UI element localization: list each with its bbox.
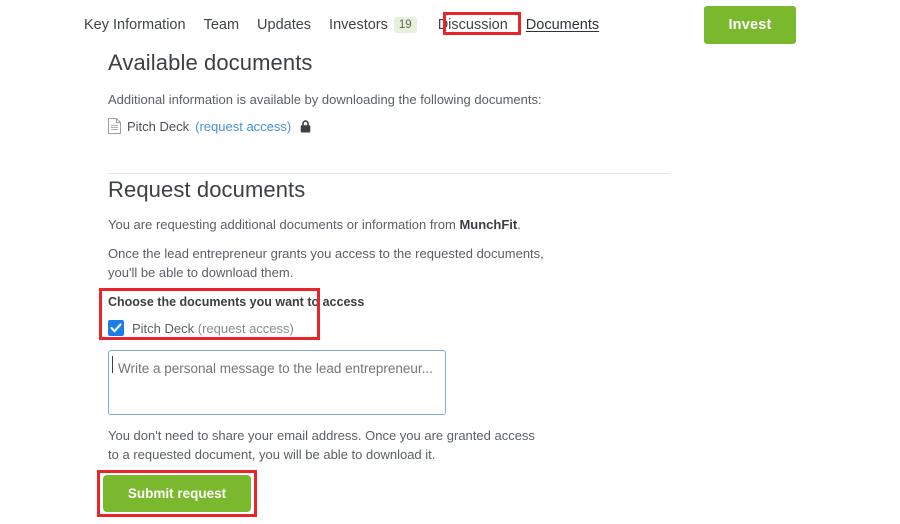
tab-list: Key Information Team Updates Investors 1… xyxy=(84,15,608,35)
available-document-row: Pitch Deck (request access) xyxy=(108,118,311,134)
request-documents-title: Request documents xyxy=(108,177,306,202)
checkbox-document-name: Pitch Deck xyxy=(132,320,195,336)
invest-button[interactable]: Invest xyxy=(704,6,796,44)
request-company-line-suffix: . xyxy=(517,217,521,232)
checkbox-request-access-text: (request access) xyxy=(197,320,294,336)
submit-request-button[interactable]: Submit request xyxy=(103,475,251,512)
tab-updates[interactable]: Updates xyxy=(248,15,320,35)
request-access-link[interactable]: (request access) xyxy=(195,119,291,134)
request-company-line: You are requesting additional documents … xyxy=(108,215,628,234)
text-cursor xyxy=(112,356,113,373)
request-company-line-prefix: You are requesting additional documents … xyxy=(108,217,460,232)
request-access-explanation: Once the lead entrepreneur grants you ac… xyxy=(108,246,544,280)
available-documents-title: Available documents xyxy=(108,50,313,75)
tab-team[interactable]: Team xyxy=(195,15,248,35)
pitch-deck-checkbox[interactable] xyxy=(108,320,124,336)
tab-discussion[interactable]: Discussion xyxy=(429,15,517,35)
investors-count-badge: 19 xyxy=(393,17,417,33)
section-divider xyxy=(108,173,670,174)
company-name: MunchFit xyxy=(459,217,518,232)
tab-investors-label: Investors xyxy=(329,17,388,33)
page-root: Key Information Team Updates Investors 1… xyxy=(0,0,900,524)
tab-key-information[interactable]: Key Information xyxy=(84,15,195,35)
tab-documents[interactable]: Documents xyxy=(517,15,608,35)
choose-documents-group: Choose the documents you want to access … xyxy=(108,294,364,336)
tab-investors[interactable]: Investors 19 xyxy=(320,15,429,35)
pitch-deck-checkbox-label: Pitch Deck (request access) xyxy=(132,321,294,336)
document-name: Pitch Deck xyxy=(127,118,190,134)
document-icon xyxy=(108,118,121,134)
top-navigation-bar: Key Information Team Updates Investors 1… xyxy=(0,0,900,52)
choose-documents-label: Choose the documents you want to access xyxy=(108,295,365,309)
document-checkbox-row[interactable]: Pitch Deck (request access) xyxy=(108,320,364,336)
available-documents-intro: Additional information is available by d… xyxy=(108,92,542,107)
personal-message-textarea[interactable] xyxy=(108,350,446,415)
lock-icon xyxy=(300,119,311,133)
email-disclaimer-text: You don't need to share your email addre… xyxy=(108,428,535,462)
